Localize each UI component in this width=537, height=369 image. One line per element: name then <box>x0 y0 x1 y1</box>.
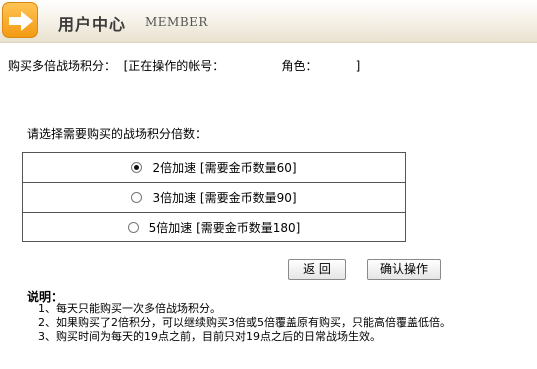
option-3x[interactable]: 3倍加速 [需要金币数量90] <box>23 183 405 213</box>
radio-2x[interactable] <box>131 162 143 173</box>
page-subtitle: MEMBER <box>145 15 208 29</box>
option-5x[interactable]: 5倍加速 [需要金币数量180] <box>23 213 405 241</box>
option-5x-label: 5倍加速 [需要金币数量180] <box>148 220 301 235</box>
option-3x-label: 3倍加速 [需要金币数量90] <box>152 191 297 205</box>
multiplier-options: 2倍加速 [需要金币数量60] 3倍加速 [需要金币数量90] 5倍加速 [需要… <box>22 152 406 242</box>
option-2x-label: 2倍加速 [需要金币数量60] <box>152 161 297 175</box>
note-item: 1、每天只能购买一次多倍战场积分。 <box>38 302 221 315</box>
radio-5x[interactable] <box>127 221 139 233</box>
note-item: 2、如果购买了2倍积分，可以继续购买3倍或5倍覆盖原有购买，只能高倍覆盖低倍。 <box>38 316 451 329</box>
confirm-button[interactable]: 确认操作 <box>367 259 441 280</box>
arrow-right-icon <box>2 2 38 38</box>
radio-3x[interactable] <box>131 192 143 203</box>
back-button[interactable]: 返 回 <box>288 259 346 280</box>
page-header: 用户中心 MEMBER <box>0 0 537 43</box>
notes-list: 1、每天只能购买一次多倍战场积分。 2、如果购买了2倍积分，可以继续购买3倍或5… <box>38 302 451 344</box>
account-info-line: 购买多倍战场积分： [正在操作的帐号： 角色： ] <box>8 59 361 73</box>
select-prompt: 请选择需要购买的战场积分倍数： <box>27 127 208 141</box>
page-title: 用户中心 <box>58 15 127 34</box>
option-2x[interactable]: 2倍加速 [需要金币数量60] <box>23 153 405 183</box>
note-item: 3、购买时间为每天的19点之前，目前只对19点之后的日常战场生效。 <box>38 330 381 343</box>
